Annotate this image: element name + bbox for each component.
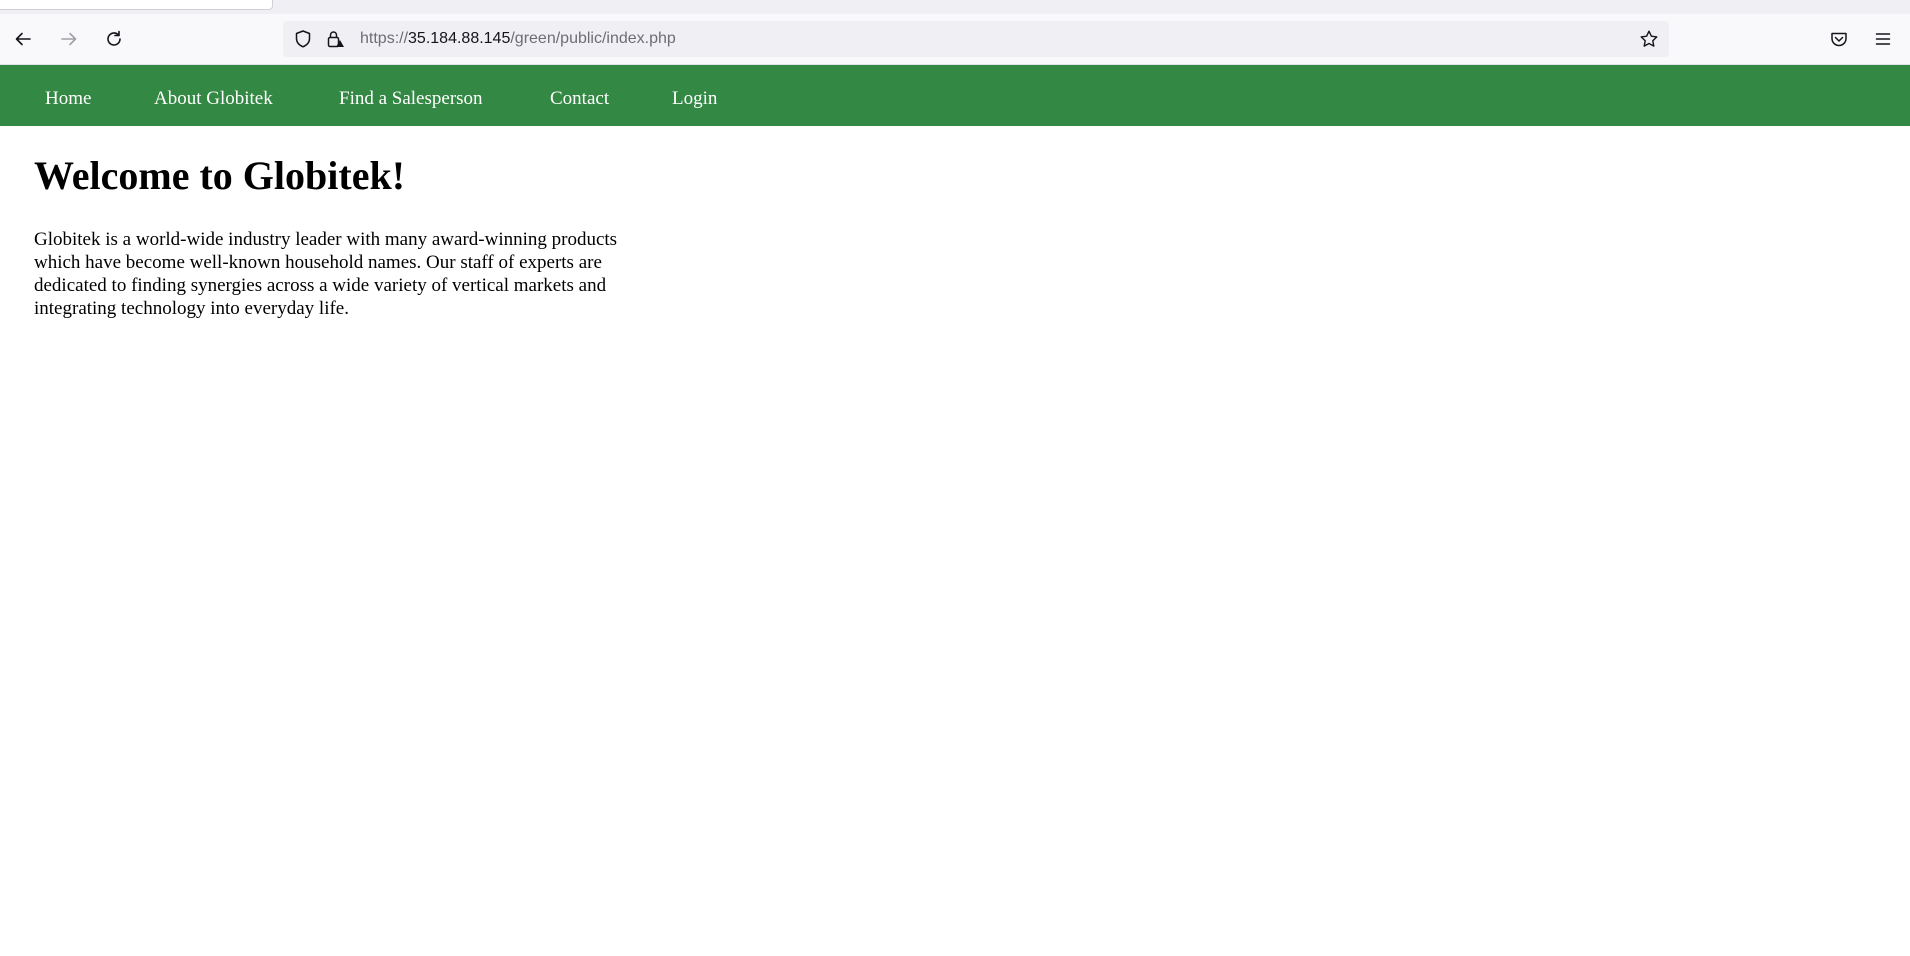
star-icon[interactable]: [1639, 29, 1659, 49]
pocket-button[interactable]: [1825, 25, 1853, 53]
nav-home[interactable]: Home: [45, 65, 91, 126]
reload-button[interactable]: [100, 25, 128, 53]
forward-arrow-icon: [59, 29, 79, 49]
url-path: /green/public/index.php: [510, 30, 676, 47]
app-menu-button[interactable]: [1869, 25, 1897, 53]
active-tab[interactable]: [0, 0, 273, 10]
url-text[interactable]: https://35.184.88.145/green/public/index…: [360, 30, 676, 48]
pocket-icon: [1829, 29, 1849, 49]
intro-paragraph: Globitek is a world-wide industry leader…: [34, 229, 618, 319]
main-content: Welcome to Globitek! Globitek is a world…: [34, 126, 674, 320]
url-scheme: https://: [360, 30, 409, 47]
nav-about-globitek[interactable]: About Globitek: [154, 65, 273, 126]
nav-login[interactable]: Login: [672, 65, 717, 126]
address-bar[interactable]: https://35.184.88.145/green/public/index…: [283, 21, 1669, 57]
back-arrow-icon: [13, 29, 33, 49]
lock-warning-icon[interactable]: [325, 29, 345, 49]
page-title: Welcome to Globitek!: [34, 153, 406, 198]
hamburger-menu-icon: [1873, 29, 1893, 49]
url-host: 35.184.88.145: [408, 30, 511, 47]
nav-contact[interactable]: Contact: [550, 65, 609, 126]
reload-icon: [104, 29, 124, 49]
site-navigation: Home About Globitek Find a Salesperson C…: [0, 65, 1910, 126]
tab-strip: [0, 0, 1910, 14]
shield-icon[interactable]: [293, 29, 313, 49]
browser-toolbar: https://35.184.88.145/green/public/index…: [0, 14, 1910, 65]
forward-button[interactable]: [55, 25, 83, 53]
back-button[interactable]: [9, 25, 37, 53]
nav-find-a-salesperson[interactable]: Find a Salesperson: [339, 65, 483, 126]
